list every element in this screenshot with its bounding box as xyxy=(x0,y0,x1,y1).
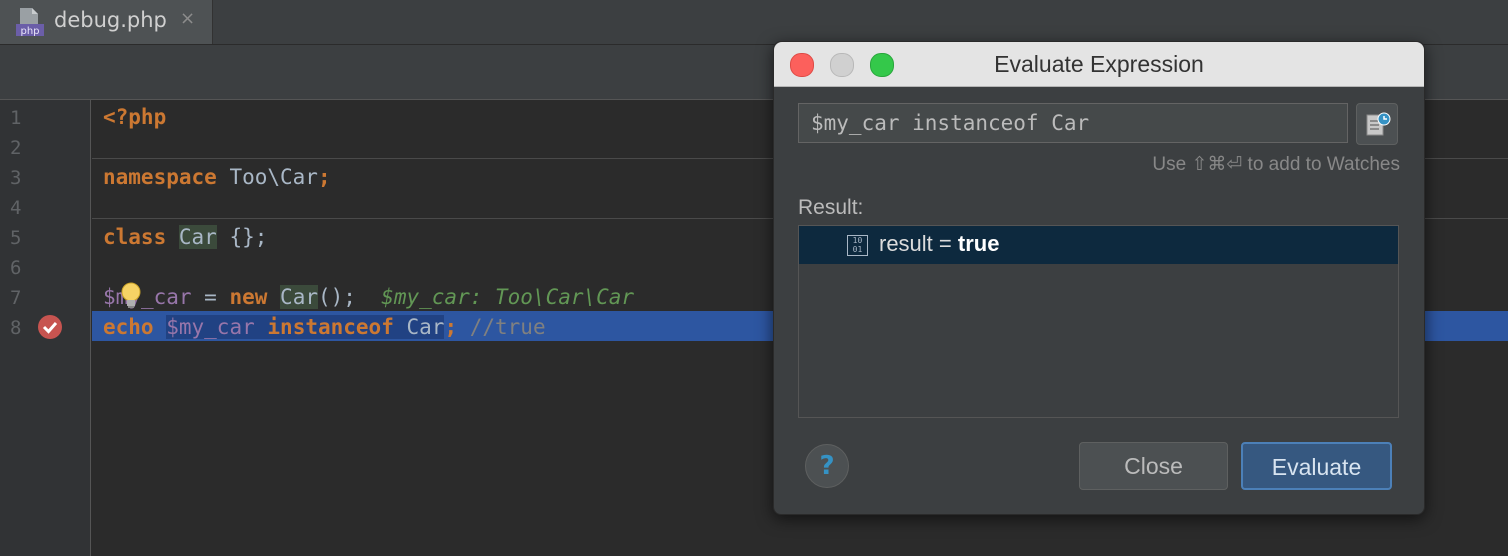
primitive-value-icon: 10 01 xyxy=(847,235,868,256)
code-line-5: class Car {}; xyxy=(103,222,267,252)
namespace-name: Too\Car xyxy=(216,165,318,189)
space xyxy=(254,315,268,339)
code-line-8: echo $my_car instanceof Car; //true xyxy=(103,312,546,342)
lightbulb-icon[interactable] xyxy=(118,281,144,311)
line-number: 1 xyxy=(10,107,22,129)
line-number: 8 xyxy=(10,317,22,339)
selected-variable: $my_car xyxy=(166,315,255,339)
line-gutter[interactable]: 1 2 3 4 5 6 7 8 xyxy=(0,100,91,556)
line-number: 4 xyxy=(10,197,22,219)
keyword-instanceof: instanceof xyxy=(267,315,394,339)
keyword-new: new xyxy=(229,285,268,309)
line-number: 7 xyxy=(10,287,22,309)
keyword-namespace: namespace xyxy=(103,165,217,189)
add-watch-icon xyxy=(1366,112,1391,136)
code-line-3: namespace Too\Car; xyxy=(103,162,331,192)
keyword-class: class xyxy=(103,225,167,249)
dialog-title: Evaluate Expression xyxy=(994,51,1204,77)
evaluate-button[interactable]: Evaluate xyxy=(1241,442,1392,490)
evaluate-expression-dialog: Evaluate Expression $my_car instanceof C… xyxy=(773,41,1425,515)
result-value: true xyxy=(957,231,1000,256)
space xyxy=(393,315,407,339)
tab-label: debug.php xyxy=(54,8,167,32)
comment: //true xyxy=(457,315,546,339)
add-to-watches-button[interactable] xyxy=(1356,103,1398,145)
code-line-7: $my_car = new Car(); $my_car: Too\Car\Ca… xyxy=(103,282,634,312)
class-name: Car xyxy=(178,225,217,249)
help-button[interactable]: ? xyxy=(805,444,849,488)
semicolon: ; xyxy=(444,315,458,339)
php-icon-label: php xyxy=(20,26,39,36)
line-number: 5 xyxy=(10,227,22,249)
semicolon: ; xyxy=(317,165,331,189)
close-button[interactable]: Close xyxy=(1079,442,1228,490)
line-number: 3 xyxy=(10,167,22,189)
inline-debug-value: $my_car: Too\Car\Car xyxy=(355,285,635,309)
editor-tab-bar: php debug.php × xyxy=(0,0,1508,45)
result-row[interactable]: 10 01 result = true xyxy=(799,226,1398,264)
close-tab-icon[interactable]: × xyxy=(180,8,195,29)
class-name: Car xyxy=(280,285,318,309)
line-number: 6 xyxy=(10,257,22,279)
watches-shortcut-hint: Use ⇧⌘⏎ to add to Watches xyxy=(1152,154,1400,175)
tab-debug-php[interactable]: php debug.php × xyxy=(0,0,213,44)
result-entry: result = true xyxy=(879,231,999,257)
operator: = xyxy=(191,285,230,309)
result-label: Result: xyxy=(798,196,864,219)
php-file-icon: php xyxy=(16,8,44,36)
class-body: {}; xyxy=(216,225,268,249)
result-tree[interactable]: 10 01 result = true xyxy=(798,225,1399,418)
line-number: 2 xyxy=(10,137,22,159)
keyword-echo: echo xyxy=(103,315,154,339)
code-line-1: <?php xyxy=(103,102,166,132)
expression-input[interactable]: $my_car instanceof Car xyxy=(798,103,1348,143)
dialog-titlebar[interactable]: Evaluate Expression xyxy=(774,42,1424,87)
result-name: result = xyxy=(879,231,958,256)
breakpoint-icon[interactable] xyxy=(38,315,62,339)
call-parens: (); xyxy=(317,285,356,309)
php-open-tag: <?php xyxy=(103,105,167,129)
class-name: Car xyxy=(406,315,445,339)
